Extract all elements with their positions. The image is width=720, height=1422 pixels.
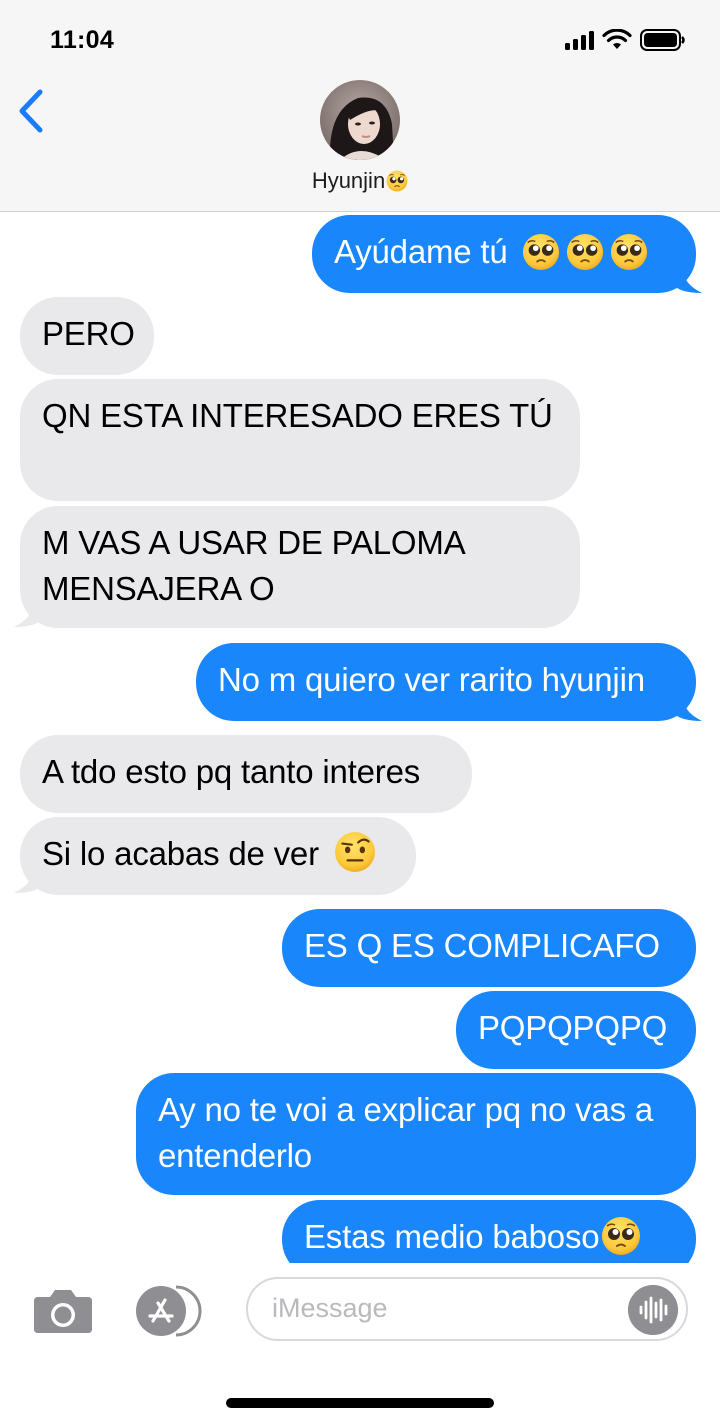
audio-waveform-icon[interactable] — [628, 1285, 678, 1335]
message-text: Estas medio baboso — [304, 1218, 600, 1255]
battery-icon — [640, 29, 685, 51]
message-sent[interactable]: Ayúdame tú — [312, 215, 696, 293]
message-received[interactable]: M VAS A USAR DE PALOMA MENSAJERA O — [20, 506, 580, 628]
pleading-face-emoji — [566, 233, 604, 271]
camera-icon[interactable] — [32, 1287, 94, 1335]
message-received[interactable]: A tdo esto pq tanto interes — [20, 735, 472, 813]
message-received[interactable]: PERO — [20, 297, 154, 375]
message-text: No m quiero ver rarito hyunjin — [218, 661, 645, 698]
bubble-tail — [672, 697, 702, 721]
message-text: PQPQPQPQ — [478, 1009, 668, 1046]
message-text: A tdo esto pq tanto interes — [42, 753, 421, 790]
message-input[interactable]: iMessage — [246, 1277, 688, 1341]
contact-name[interactable]: Hyunjin — [0, 168, 720, 194]
message-sent[interactable]: PQPQPQPQ — [456, 991, 696, 1069]
message-sent[interactable]: Estas medio baboso — [282, 1200, 696, 1263]
home-indicator[interactable] — [226, 1398, 494, 1408]
back-chevron-icon[interactable] — [12, 84, 52, 138]
status-icons — [565, 28, 686, 52]
message-input-placeholder: iMessage — [272, 1293, 388, 1323]
message-sent[interactable]: Ay no te voi a explicar pq no vas a ente… — [136, 1073, 696, 1195]
status-time: 11:04 — [50, 26, 115, 54]
bubble-tail — [14, 603, 44, 627]
message-text: Si lo acabas de ver — [42, 835, 319, 872]
app-store-icon[interactable] — [136, 1283, 208, 1339]
pleading-face-emoji — [610, 233, 648, 271]
cellular-signal-icon — [565, 30, 594, 50]
message-sent[interactable]: ES Q ES COMPLICAFO — [282, 909, 696, 987]
pleading-face-emoji — [522, 233, 560, 271]
message-list[interactable]: Ayúdame tú PERO QN ESTA INTERESADO ERES … — [0, 213, 720, 1263]
bubble-tail — [672, 269, 702, 293]
compose-bar: iMessage — [0, 1263, 720, 1422]
message-text: M VAS A USAR DE PALOMA MENSAJERA O — [42, 524, 464, 607]
contact-name-text: Hyunjin — [311, 168, 386, 193]
message-received[interactable]: QN ESTA INTERESADO ERES TÚ — [20, 379, 580, 501]
message-received[interactable]: Si lo acabas de ver — [20, 817, 416, 895]
pleading-face-emoji — [386, 170, 408, 192]
message-text: Ayúdame tú — [334, 233, 508, 270]
message-sent[interactable]: No m quiero ver rarito hyunjin — [196, 643, 696, 721]
wifi-icon — [602, 29, 632, 49]
conversation-header: 11:04 Hyunjin — [0, 0, 720, 212]
pleading-face-emoji — [601, 1216, 641, 1256]
message-text: ES Q ES COMPLICAFO — [304, 927, 660, 964]
bubble-tail — [14, 869, 44, 893]
message-text: QN ESTA INTERESADO ERES TÚ — [42, 397, 553, 434]
message-text: PERO — [42, 315, 135, 352]
contact-avatar[interactable] — [320, 80, 400, 160]
message-text: Ay no te voi a explicar pq no vas a ente… — [158, 1091, 654, 1174]
raised-eyebrow-emoji — [334, 831, 376, 873]
